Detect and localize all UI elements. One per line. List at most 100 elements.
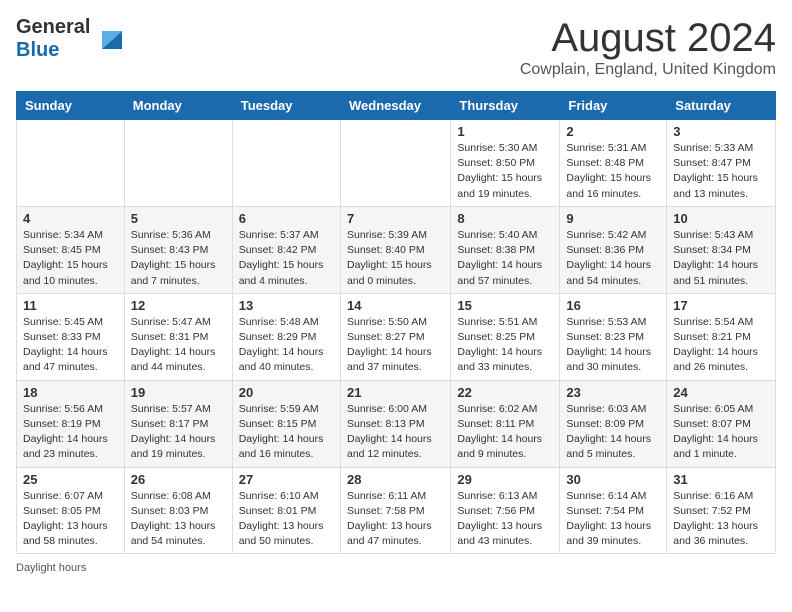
day-number: 27 <box>239 472 334 487</box>
day-number: 6 <box>239 211 334 226</box>
calendar-cell: 3 Sunrise: 5:33 AMSunset: 8:47 PMDaylight… <box>667 120 776 207</box>
logo-general: General <box>16 16 90 38</box>
calendar-cell: 7 Sunrise: 5:39 AMSunset: 8:40 PMDaylight… <box>340 206 450 293</box>
day-info: Sunrise: 5:54 AMSunset: 8:21 PMDaylight:… <box>673 315 769 376</box>
calendar-day-header: Tuesday <box>232 92 340 120</box>
day-number: 1 <box>457 124 553 139</box>
calendar-cell <box>17 120 125 207</box>
logo-text: General Blue <box>16 16 130 62</box>
calendar-cell: 27 Sunrise: 6:10 AMSunset: 8:01 PMDayligh… <box>232 467 340 554</box>
day-number: 21 <box>347 385 444 400</box>
day-info: Sunrise: 5:31 AMSunset: 8:48 PMDaylight:… <box>566 141 660 202</box>
day-number: 9 <box>566 211 660 226</box>
day-info: Sunrise: 5:37 AMSunset: 8:42 PMDaylight:… <box>239 228 334 289</box>
calendar-cell: 8 Sunrise: 5:40 AMSunset: 8:38 PMDaylight… <box>451 206 560 293</box>
footer: Daylight hours <box>16 562 776 574</box>
page: General Blue August 2024 Cowplain, Engla… <box>0 0 792 590</box>
day-info: Sunrise: 6:03 AMSunset: 8:09 PMDaylight:… <box>566 402 660 463</box>
calendar-cell: 6 Sunrise: 5:37 AMSunset: 8:42 PMDaylight… <box>232 206 340 293</box>
day-info: Sunrise: 5:59 AMSunset: 8:15 PMDaylight:… <box>239 402 334 463</box>
calendar-cell: 20Sunrise: 5:59 AMSunset: 8:15 PMDayligh… <box>232 380 340 467</box>
day-info: Sunrise: 6:10 AMSunset: 8:01 PMDaylight:… <box>239 489 334 550</box>
day-number: 12 <box>131 298 226 313</box>
title-area: August 2024 Cowplain, England, United Ki… <box>520 16 776 79</box>
day-number: 7 <box>347 211 444 226</box>
calendar-cell: 18Sunrise: 5:56 AMSunset: 8:19 PMDayligh… <box>17 380 125 467</box>
day-number: 5 <box>131 211 226 226</box>
calendar-day-header: Friday <box>560 92 667 120</box>
day-info: Sunrise: 5:34 AMSunset: 8:45 PMDaylight:… <box>23 228 118 289</box>
day-number: 22 <box>457 385 553 400</box>
calendar-cell: 24 Sunrise: 6:05 AMSunset: 8:07 PMDayligh… <box>667 380 776 467</box>
day-info: Sunrise: 5:39 AMSunset: 8:40 PMDaylight:… <box>347 228 444 289</box>
day-number: 30 <box>566 472 660 487</box>
calendar-cell: 4 Sunrise: 5:34 AMSunset: 8:45 PMDaylight… <box>17 206 125 293</box>
calendar-cell <box>340 120 450 207</box>
day-number: 3 <box>673 124 769 139</box>
day-info: Sunrise: 6:16 AMSunset: 7:52 PMDaylight:… <box>673 489 769 550</box>
month-year: August 2024 <box>520 16 776 61</box>
day-info: Sunrise: 5:51 AMSunset: 8:25 PMDaylight:… <box>457 315 553 376</box>
day-info: Sunrise: 6:11 AMSunset: 7:58 PMDaylight:… <box>347 489 444 550</box>
day-number: 10 <box>673 211 769 226</box>
day-info: Sunrise: 5:42 AMSunset: 8:36 PMDaylight:… <box>566 228 660 289</box>
calendar-cell: 1Sunrise: 5:30 AMSunset: 8:50 PMDaylight… <box>451 120 560 207</box>
calendar-day-header: Sunday <box>17 92 125 120</box>
calendar-cell: 16Sunrise: 5:53 AMSunset: 8:23 PMDayligh… <box>560 293 667 380</box>
calendar-cell: 22 Sunrise: 6:02 AMSunset: 8:11 PMDayligh… <box>451 380 560 467</box>
calendar-cell: 14Sunrise: 5:50 AMSunset: 8:27 PMDayligh… <box>340 293 450 380</box>
calendar-cell: 9 Sunrise: 5:42 AMSunset: 8:36 PMDaylight… <box>560 206 667 293</box>
day-number: 24 <box>673 385 769 400</box>
logo: General Blue <box>16 16 130 62</box>
calendar-week-row: 1Sunrise: 5:30 AMSunset: 8:50 PMDaylight… <box>17 120 776 207</box>
calendar-day-header: Saturday <box>667 92 776 120</box>
calendar-table: SundayMondayTuesdayWednesdayThursdayFrid… <box>16 91 776 554</box>
day-number: 4 <box>23 211 118 226</box>
day-number: 11 <box>23 298 118 313</box>
calendar-cell: 19 Sunrise: 5:57 AMSunset: 8:17 PMDayligh… <box>124 380 232 467</box>
day-info: Sunrise: 5:48 AMSunset: 8:29 PMDaylight:… <box>239 315 334 376</box>
calendar-cell: 10Sunrise: 5:43 AMSunset: 8:34 PMDayligh… <box>667 206 776 293</box>
day-number: 17 <box>673 298 769 313</box>
day-number: 19 <box>131 385 226 400</box>
day-info: Sunrise: 6:02 AMSunset: 8:11 PMDaylight:… <box>457 402 553 463</box>
day-info: Sunrise: 5:36 AMSunset: 8:43 PMDaylight:… <box>131 228 226 289</box>
day-info: Sunrise: 5:50 AMSunset: 8:27 PMDaylight:… <box>347 315 444 376</box>
calendar-cell: 17 Sunrise: 5:54 AMSunset: 8:21 PMDayligh… <box>667 293 776 380</box>
calendar-cell: 31 Sunrise: 6:16 AMSunset: 7:52 PMDayligh… <box>667 467 776 554</box>
header: General Blue August 2024 Cowplain, Engla… <box>16 16 776 79</box>
day-number: 26 <box>131 472 226 487</box>
calendar-cell <box>124 120 232 207</box>
day-info: Sunrise: 5:40 AMSunset: 8:38 PMDaylight:… <box>457 228 553 289</box>
calendar-cell: 15Sunrise: 5:51 AMSunset: 8:25 PMDayligh… <box>451 293 560 380</box>
calendar-week-row: 4 Sunrise: 5:34 AMSunset: 8:45 PMDaylight… <box>17 206 776 293</box>
calendar-day-header: Monday <box>124 92 232 120</box>
calendar-week-row: 18Sunrise: 5:56 AMSunset: 8:19 PMDayligh… <box>17 380 776 467</box>
calendar-cell: 26 Sunrise: 6:08 AMSunset: 8:03 PMDayligh… <box>124 467 232 554</box>
day-info: Sunrise: 5:45 AMSunset: 8:33 PMDaylight:… <box>23 315 118 376</box>
calendar-cell: 30Sunrise: 6:14 AMSunset: 7:54 PMDayligh… <box>560 467 667 554</box>
calendar-cell: 13Sunrise: 5:48 AMSunset: 8:29 PMDayligh… <box>232 293 340 380</box>
calendar-cell: 5 Sunrise: 5:36 AMSunset: 8:43 PMDaylight… <box>124 206 232 293</box>
calendar-week-row: 25 Sunrise: 6:07 AMSunset: 8:05 PMDayligh… <box>17 467 776 554</box>
day-info: Sunrise: 5:57 AMSunset: 8:17 PMDaylight:… <box>131 402 226 463</box>
calendar-cell: 21Sunrise: 6:00 AMSunset: 8:13 PMDayligh… <box>340 380 450 467</box>
calendar-week-row: 11 Sunrise: 5:45 AMSunset: 8:33 PMDayligh… <box>17 293 776 380</box>
calendar-header-row: SundayMondayTuesdayWednesdayThursdayFrid… <box>17 92 776 120</box>
day-info: Sunrise: 6:08 AMSunset: 8:03 PMDaylight:… <box>131 489 226 550</box>
day-info: Sunrise: 6:13 AMSunset: 7:56 PMDaylight:… <box>457 489 553 550</box>
day-info: Sunrise: 5:33 AMSunset: 8:47 PMDaylight:… <box>673 141 769 202</box>
day-info: Sunrise: 6:07 AMSunset: 8:05 PMDaylight:… <box>23 489 118 550</box>
calendar-cell <box>232 120 340 207</box>
day-info: Sunrise: 5:47 AMSunset: 8:31 PMDaylight:… <box>131 315 226 376</box>
day-info: Sunrise: 5:53 AMSunset: 8:23 PMDaylight:… <box>566 315 660 376</box>
day-info: Sunrise: 5:56 AMSunset: 8:19 PMDaylight:… <box>23 402 118 463</box>
day-number: 2 <box>566 124 660 139</box>
logo-blue: Blue <box>16 39 59 61</box>
day-info: Sunrise: 6:05 AMSunset: 8:07 PMDaylight:… <box>673 402 769 463</box>
calendar-day-header: Thursday <box>451 92 560 120</box>
day-number: 8 <box>457 211 553 226</box>
calendar-cell: 12 Sunrise: 5:47 AMSunset: 8:31 PMDayligh… <box>124 293 232 380</box>
day-number: 25 <box>23 472 118 487</box>
day-number: 31 <box>673 472 769 487</box>
